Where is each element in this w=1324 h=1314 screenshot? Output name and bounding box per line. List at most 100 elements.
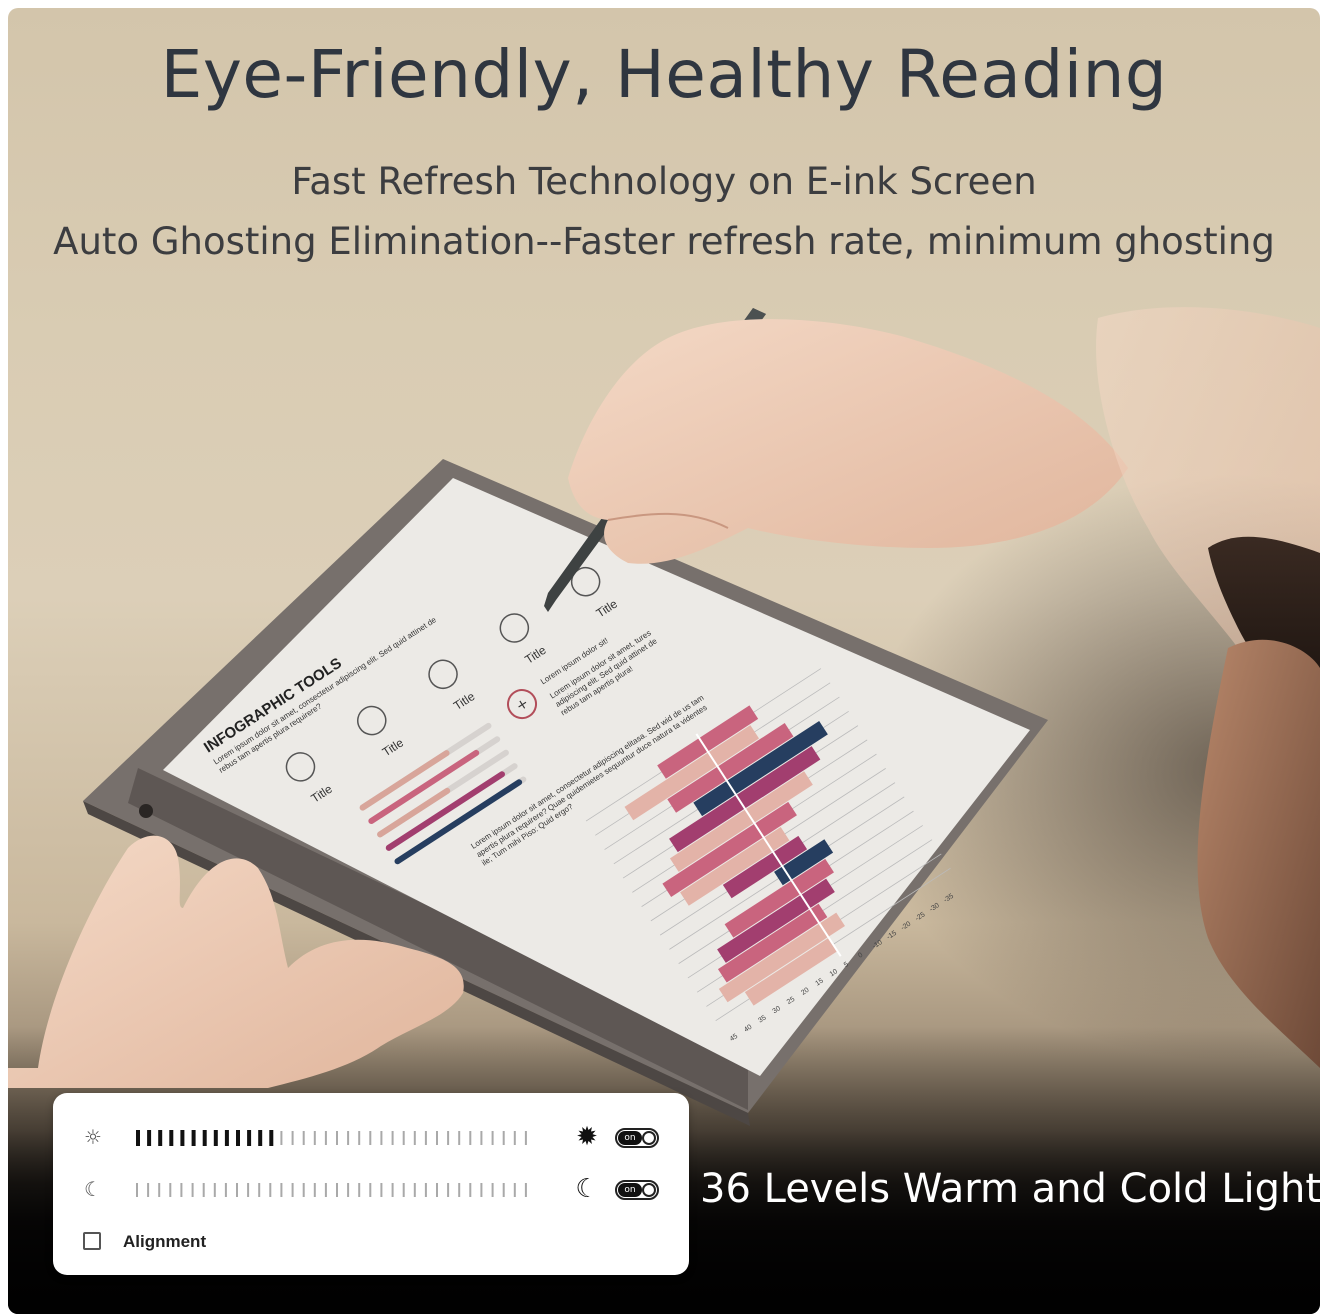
sun-large-icon: ✹: [576, 1122, 598, 1152]
warm-slider-tick: [358, 1131, 361, 1145]
writing-hand: [568, 319, 1128, 564]
warm-slider-tick: [280, 1131, 283, 1145]
cold-slider-tick: [191, 1183, 194, 1197]
warm-slider-tick: [224, 1130, 229, 1146]
cold-slider-tick: [180, 1183, 183, 1197]
hero-frame: INFOGRAPHIC TOOLS Lorem ipsum dolor sit …: [8, 8, 1320, 1314]
screen-chart-tick-label: -25: [914, 911, 926, 922]
warm-slider-tick: [302, 1131, 305, 1145]
cold-slider-tick: [147, 1183, 150, 1197]
cold-toggle-knob: [642, 1183, 656, 1197]
warm-slider-tick: [513, 1131, 516, 1145]
cold-slider-tick: [336, 1183, 338, 1197]
warm-slider-tick: [147, 1130, 152, 1146]
warm-slider-tick: [169, 1130, 174, 1146]
cold-slider-tick: [380, 1183, 383, 1197]
cold-light-slider[interactable]: [135, 1180, 535, 1200]
subtitle-refresh: Fast Refresh Technology on E-ink Screen: [291, 160, 1037, 203]
cold-slider-tick: [524, 1183, 527, 1197]
warm-slider-tick: [347, 1131, 350, 1145]
warm-slider-tick: [191, 1130, 196, 1146]
cold-slider-tick: [347, 1183, 350, 1197]
camera-icon: [139, 804, 153, 818]
warm-slider-tick: [180, 1130, 185, 1146]
cold-slider-tick: [213, 1183, 216, 1197]
alignment-checkbox[interactable]: [83, 1232, 101, 1250]
warm-slider-tick: [380, 1131, 383, 1145]
warm-slider-tick: [291, 1131, 294, 1145]
cold-slider-tick: [302, 1183, 305, 1197]
screen-chart-tick-label: -35: [943, 893, 955, 904]
warm-slider-tick: [502, 1131, 505, 1145]
cold-slider-tick: [136, 1183, 138, 1197]
cold-slider-tick: [491, 1183, 494, 1197]
cold-slider-tick: [236, 1183, 238, 1197]
cold-slider-tick: [291, 1183, 294, 1197]
sun-small-icon: ☼: [84, 1125, 102, 1149]
screen-chart-tick-label: -15: [886, 930, 898, 941]
warm-slider-tick: [491, 1131, 494, 1145]
screen-chart-tick-label: -20: [900, 921, 912, 932]
warm-slider-tick: [458, 1131, 461, 1145]
alignment-label: Alignment: [123, 1232, 207, 1251]
cold-slider-tick: [447, 1183, 450, 1197]
warm-slider-tick: [258, 1130, 263, 1146]
warm-toggle-knob: [642, 1131, 656, 1145]
subtitle-ghosting: Auto Ghosting Elimination--Faster refres…: [53, 220, 1275, 263]
warm-slider-tick: [369, 1131, 372, 1145]
warm-slider-tick: [136, 1130, 140, 1146]
cold-slider-tick: [280, 1183, 283, 1197]
warm-slider-tick: [480, 1131, 483, 1145]
cold-slider-tick: [402, 1183, 405, 1197]
alignment-option[interactable]: Alignment: [83, 1231, 383, 1253]
warm-toggle-label: on: [618, 1131, 642, 1145]
warm-light-toggle[interactable]: on: [615, 1128, 659, 1148]
cold-slider-tick: [469, 1183, 472, 1197]
screen-chart-tick-label: -30: [928, 902, 940, 913]
cold-slider-tick: [424, 1183, 427, 1197]
warm-slider-tick: [469, 1131, 472, 1145]
cold-slider-tick: [502, 1183, 505, 1197]
page-title: Eye-Friendly, Healthy Reading: [160, 36, 1168, 113]
cold-slider-tick: [480, 1183, 483, 1197]
moon-large-icon: ☾: [575, 1174, 599, 1204]
front-light-panel: ☼ ✹ on ☾ ☾ on Alignment: [53, 1093, 689, 1275]
cold-slider-tick: [258, 1183, 261, 1197]
warm-slider-tick: [202, 1130, 207, 1146]
warm-slider-tick: [391, 1131, 394, 1145]
cold-slider-tick: [391, 1183, 394, 1197]
cold-slider-tick: [324, 1183, 327, 1197]
cold-slider-tick: [169, 1183, 172, 1197]
warm-slider-tick: [447, 1131, 450, 1145]
warm-slider-tick: [336, 1131, 338, 1145]
cold-light-toggle[interactable]: on: [615, 1180, 659, 1200]
warm-slider-tick: [158, 1130, 163, 1146]
cold-slider-tick: [436, 1183, 438, 1197]
warm-slider-tick: [324, 1131, 327, 1145]
cold-slider-tick: [224, 1183, 227, 1197]
warm-slider-tick: [413, 1131, 416, 1145]
warm-light-row: ☼ ✹ on: [53, 1123, 689, 1153]
warm-slider-tick: [213, 1130, 218, 1146]
cold-slider-tick: [202, 1183, 205, 1197]
cold-toggle-label: on: [618, 1183, 642, 1197]
cold-slider-tick: [158, 1183, 161, 1197]
cold-slider-tick: [313, 1183, 316, 1197]
warm-slider-tick: [402, 1131, 405, 1145]
warm-slider-tick: [436, 1131, 438, 1145]
cold-slider-tick: [358, 1183, 361, 1197]
warm-slider-tick: [524, 1131, 527, 1145]
warm-slider-tick: [269, 1130, 274, 1146]
cold-light-row: ☾ ☾ on: [53, 1175, 689, 1205]
cold-slider-tick: [413, 1183, 416, 1197]
moon-small-icon: ☾: [84, 1177, 102, 1201]
cold-slider-tick: [458, 1183, 461, 1197]
cold-slider-tick: [247, 1183, 250, 1197]
warm-slider-tick: [313, 1131, 316, 1145]
warm-light-slider[interactable]: [135, 1128, 535, 1148]
light-levels-caption: 36 Levels Warm and Cold Light: [700, 1166, 1320, 1212]
cold-slider-tick: [369, 1183, 372, 1197]
warm-slider-tick: [424, 1131, 427, 1145]
cold-slider-tick: [513, 1183, 516, 1197]
reader-person: [1096, 307, 1320, 1068]
